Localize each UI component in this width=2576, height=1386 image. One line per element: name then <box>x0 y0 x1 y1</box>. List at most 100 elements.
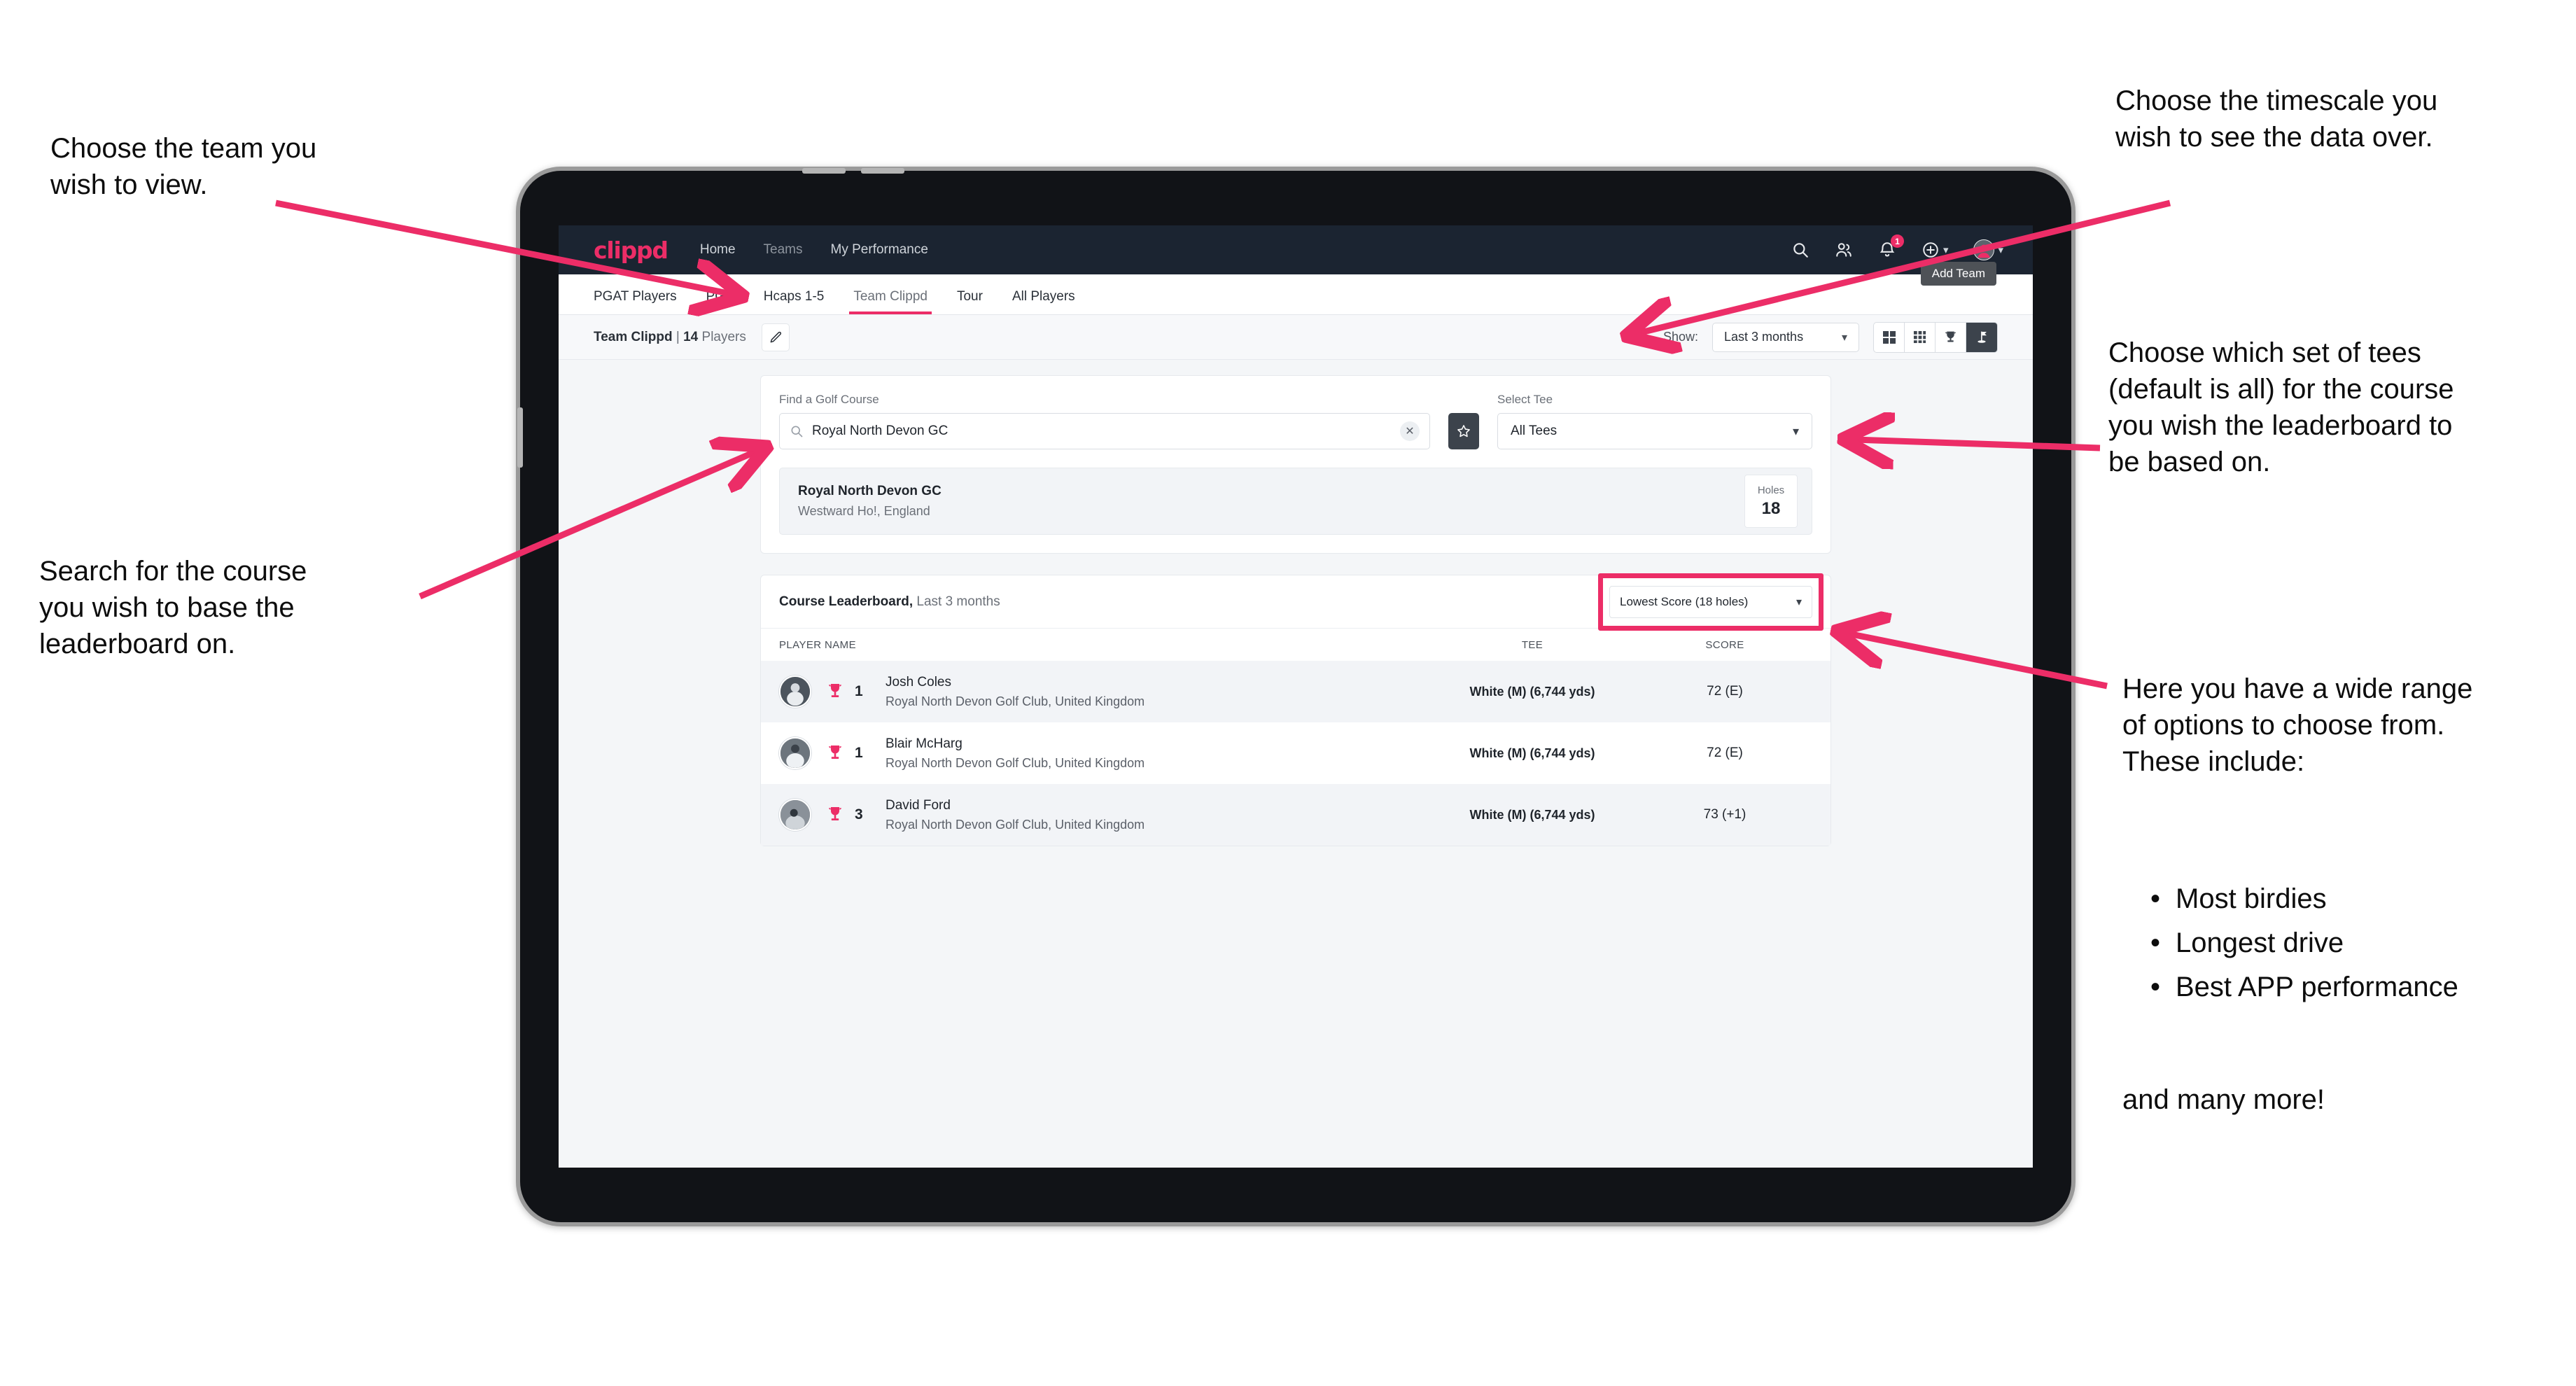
table-row[interactable]: 1 Josh Coles Royal North Devon Golf Club… <box>761 661 1830 722</box>
annotation-option-0: Most birdies <box>2176 883 2327 914</box>
clippd-logo[interactable]: clippd <box>594 237 668 264</box>
annotation-tees: Choose which set of tees (default is all… <box>2108 337 2454 477</box>
tablet-volume-button-1 <box>802 168 846 174</box>
select-tee-label: Select Tee <box>1497 393 1553 406</box>
player-tee: White (M) (6,744 yds) <box>1469 746 1595 760</box>
chevron-down-icon: ▾ <box>1792 424 1799 438</box>
leaderboard-title: Course Leaderboard, Last 3 months <box>779 594 1000 610</box>
annotation-option-2: Best APP performance <box>2176 971 2458 1002</box>
avatar <box>779 737 811 769</box>
edit-team-button[interactable] <box>761 323 790 351</box>
annotation-options-outro: and many more! <box>2122 1084 2325 1115</box>
close-icon[interactable]: ✕ <box>1400 421 1420 441</box>
leaderboard-column-headers: PLAYER NAME TEE SCORE <box>761 629 1830 661</box>
plus-circle-icon[interactable] <box>1921 241 1940 259</box>
annotation-options-list: • Most birdies • Longest drive • Best AP… <box>2150 881 2458 1005</box>
view-mode-grid-3x3[interactable] <box>1905 322 1935 352</box>
view-mode-golf-flag[interactable] <box>1966 322 1997 352</box>
leaderboard-sort-select[interactable]: Lowest Score (18 holes) ▾ <box>1609 585 1812 618</box>
annotation-option-1: Longest drive <box>2176 927 2344 958</box>
add-menu-button[interactable]: ▾ <box>1921 241 1949 259</box>
player-club: Royal North Devon Golf Club, United King… <box>886 694 1145 708</box>
column-header-player-name: PLAYER NAME <box>779 638 856 651</box>
annotation-timescale: Choose the timescale you wish to see the… <box>2115 85 2438 153</box>
team-name: Team Clippd <box>594 329 673 344</box>
player-info: David Ford Royal North Devon Golf Club, … <box>886 798 1144 832</box>
course-result-text: Royal North Devon GC Westward Ho!, Engla… <box>798 484 941 519</box>
main-content: Find a Golf Course Royal North Devon GC … <box>559 360 2033 846</box>
annotation-options-intro: Here you have a wide range of options to… <box>2122 673 2473 777</box>
course-search-row: Find a Golf Course Royal North Devon GC … <box>779 393 1812 449</box>
course-holes-chip: Holes 18 <box>1744 475 1798 528</box>
chevron-down-icon: ▾ <box>1841 331 1847 344</box>
app-top-navbar: clippd Home Teams My Performance 1 ▾ ▾ <box>559 225 2033 274</box>
player-cell: 1 Blair McHarg Royal North Devon Golf Cl… <box>779 736 1427 771</box>
tab-pgat-players[interactable]: PGAT Players <box>594 289 677 314</box>
tablet-power-button <box>517 407 523 468</box>
show-label: Show: <box>1662 330 1698 344</box>
user-avatar[interactable] <box>1973 239 1995 260</box>
trophy-icon <box>827 806 844 824</box>
tee-select-value: All Tees <box>1511 424 1558 438</box>
trophy-icon <box>827 682 844 701</box>
navbar-actions: 1 ▾ ▾ <box>1791 234 2003 260</box>
course-search-input[interactable]: Royal North Devon GC ✕ <box>779 413 1430 449</box>
tab-all-players[interactable]: All Players <box>1012 289 1075 314</box>
tab-team-clippd[interactable]: Team Clippd <box>849 289 932 314</box>
player-name: Josh Coles <box>886 674 951 690</box>
course-result-card[interactable]: Royal North Devon GC Westward Ho!, Engla… <box>779 468 1812 535</box>
player-rank: 1 <box>855 683 863 699</box>
account-menu-button[interactable]: ▾ <box>1973 239 2003 260</box>
player-info: Josh Coles Royal North Devon Golf Club, … <box>886 675 1144 709</box>
view-mode-grid-2x2[interactable] <box>1874 322 1905 352</box>
course-result-name: Royal North Devon GC <box>798 484 941 498</box>
chevron-down-icon: ▾ <box>1795 596 1802 608</box>
view-mode-switcher <box>1873 321 1998 353</box>
page-root: Choose the team you wish to view. Search… <box>0 0 2576 1386</box>
add-team-tooltip: Add Team <box>1920 262 1996 286</box>
holes-value: 18 <box>1761 498 1781 518</box>
leaderboard-header: Course Leaderboard, Last 3 months Lowest… <box>761 573 1830 631</box>
team-players-word: Players <box>701 329 746 344</box>
course-search-value: Royal North Devon GC <box>812 424 948 438</box>
annotation-search-course: Search for the course you wish to base t… <box>39 556 307 659</box>
table-row[interactable]: 3 David Ford Royal North Devon Golf Club… <box>761 784 1830 846</box>
tab-tour[interactable]: Tour <box>957 289 983 314</box>
player-score: 73 (+1) <box>1703 807 1746 822</box>
player-tee: White (M) (6,744 yds) <box>1469 684 1595 699</box>
trophy-icon <box>1943 330 1958 344</box>
player-info: Blair McHarg Royal North Devon Golf Club… <box>886 736 1144 771</box>
player-club: Royal North Devon Golf Club, United King… <box>886 755 1145 770</box>
course-leaderboard-panel: Course Leaderboard, Last 3 months Lowest… <box>760 573 1831 846</box>
chevron-down-icon: ▾ <box>1942 244 1949 256</box>
list-bullet: • <box>2150 927 2161 958</box>
notifications-button[interactable]: 1 <box>1878 234 1904 259</box>
find-course-label: Find a Golf Course <box>779 393 879 406</box>
tee-select[interactable]: All Tees ▾ <box>1497 413 1812 449</box>
search-icon[interactable] <box>1791 241 1809 259</box>
view-mode-trophy[interactable] <box>1935 322 1966 352</box>
nav-link-home[interactable]: Home <box>700 242 736 258</box>
find-course-field: Find a Golf Course Royal North Devon GC … <box>779 393 1430 449</box>
player-name: Blair McHarg <box>886 736 962 751</box>
player-score: 72 (E) <box>1707 684 1743 699</box>
avatar <box>779 799 811 831</box>
player-club: Royal North Devon Golf Club, United King… <box>886 817 1145 832</box>
tab-hcaps-1-5[interactable]: Hcaps 1-5 <box>764 289 825 314</box>
primary-nav-links: Home Teams My Performance <box>700 242 928 258</box>
timescale-value: Last 3 months <box>1724 330 1804 344</box>
notification-badge: 1 <box>1890 234 1904 248</box>
table-row[interactable]: 1 Blair McHarg Royal North Devon Golf Cl… <box>761 722 1830 784</box>
nav-link-my-performance[interactable]: My Performance <box>831 242 928 258</box>
leaderboard-title-main: Course Leaderboard, <box>779 594 913 609</box>
tablet-bezel: clippd Home Teams My Performance 1 ▾ ▾ P… <box>517 168 2071 1222</box>
timescale-select[interactable]: Last 3 months ▾ <box>1712 322 1859 352</box>
tablet-device-frame: clippd Home Teams My Performance 1 ▾ ▾ P… <box>516 167 2076 1226</box>
tab-pga[interactable]: PGA <box>706 289 734 314</box>
golf-flag-icon <box>1975 330 1989 344</box>
nav-link-teams[interactable]: Teams <box>764 242 803 258</box>
people-icon[interactable] <box>1835 241 1853 259</box>
favourite-course-button[interactable] <box>1448 413 1479 449</box>
team-separator: | <box>676 329 680 344</box>
column-header-score: SCORE <box>1705 638 1744 651</box>
